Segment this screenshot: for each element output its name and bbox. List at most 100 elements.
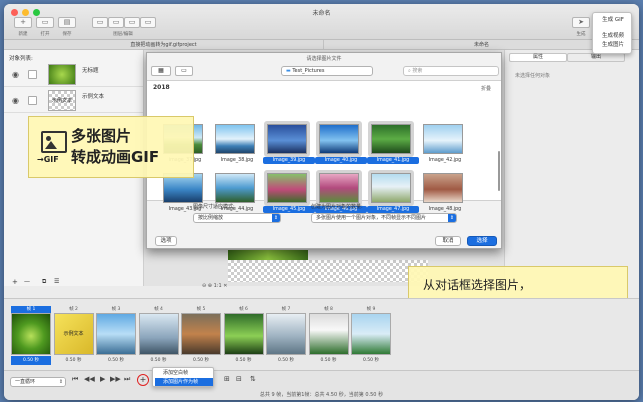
eye-icon[interactable]: ◉	[12, 96, 19, 105]
count-popup[interactable]: 多张图片使用一个图片对象，不同帧显示不同图片 ⇕	[311, 213, 457, 223]
new-button[interactable]: +	[14, 17, 32, 28]
frame-grid-icon[interactable]: ⊞	[224, 375, 230, 383]
tab-output[interactable]: 输出	[567, 53, 625, 62]
frame-thumbnail	[351, 313, 391, 355]
open-button[interactable]: ▭	[36, 17, 54, 28]
file-thumbnail[interactable]	[215, 124, 255, 154]
upload-button[interactable]: ➤	[572, 17, 590, 28]
frame-item[interactable]: 帧 3 0.50 秒	[96, 306, 136, 366]
options-button[interactable]: 选项	[155, 236, 177, 246]
file-name[interactable]: Image_41.jpg	[367, 157, 419, 164]
file-name[interactable]: Image_48.jpg	[419, 206, 471, 213]
upload-label: 生成	[576, 32, 586, 37]
cancel-button[interactable]: 取消	[435, 236, 461, 246]
next-frame-icon[interactable]: ▶▶	[110, 375, 121, 383]
frame-duration[interactable]: 0.50 秒	[11, 356, 51, 365]
eye-icon[interactable]: ◉	[12, 70, 19, 79]
frame-duration[interactable]: 0.50 秒	[351, 356, 391, 365]
frame-name: 帧 1	[11, 306, 51, 313]
zoom-ratio[interactable]: 1:1	[214, 283, 222, 289]
lock-checkbox[interactable]	[28, 96, 37, 105]
count-value: 多张图片使用一个图片对象，不同帧显示不同图片	[316, 215, 427, 221]
file-thumbnail[interactable]	[319, 173, 359, 203]
prev-frame-icon[interactable]: ◀◀	[84, 375, 95, 383]
folder-icon: ▬	[286, 68, 291, 74]
remove-object-button[interactable]: —	[24, 278, 30, 285]
sort-icon[interactable]: ⇅	[250, 375, 256, 383]
file-thumbnail[interactable]	[371, 124, 411, 154]
chevron-updown-icon: ⇕	[272, 214, 280, 222]
new-icon: +	[20, 18, 26, 26]
frame-item[interactable]: 帧 5 0.50 秒	[181, 306, 221, 366]
canvas-transparent-area	[228, 260, 428, 282]
layer-label: 示例文本	[82, 94, 105, 100]
document-tab[interactable]: 直接把动画转为gif.gifproject	[4, 40, 324, 50]
add-frame-button[interactable]: +	[137, 374, 149, 386]
save-button[interactable]: ▤	[58, 17, 76, 28]
frame-duration[interactable]: 0.50 秒	[309, 356, 349, 365]
frame-item[interactable]: 帧 1 0.50 秒	[11, 306, 51, 366]
new-folder-icon[interactable]: ▭	[175, 66, 193, 76]
lock-checkbox[interactable]	[28, 70, 37, 79]
frame-settings-icon[interactable]: ⊟	[236, 375, 242, 383]
duplicate-icon[interactable]: ⧉	[42, 278, 46, 286]
section-header: 2018	[153, 84, 170, 91]
frame-duration[interactable]: 0.50 秒	[139, 356, 179, 365]
layer-up-button[interactable]: ▭	[92, 17, 108, 28]
loop-popup[interactable]: 一直循环 ⇕	[10, 377, 66, 387]
file-thumbnail[interactable]	[423, 124, 463, 154]
file-name[interactable]: Image_38.jpg	[211, 157, 263, 164]
choose-button[interactable]: 选择	[467, 236, 497, 246]
search-field[interactable]: ⌕ 搜索	[403, 66, 499, 76]
layer-back-button[interactable]: ▭	[140, 17, 156, 28]
layer-down-button[interactable]: ▭	[108, 17, 124, 28]
frame-item[interactable]: 帧 2 示例文本 0.50 秒	[53, 306, 94, 366]
save-label: 保存	[62, 32, 72, 37]
generate-image-item[interactable]: 生成图片	[596, 41, 630, 50]
file-thumbnail[interactable]	[267, 124, 307, 154]
file-thumbnail[interactable]	[423, 173, 463, 203]
file-thumbnail[interactable]	[215, 173, 255, 203]
view-mode-icon[interactable]: ▦	[151, 66, 171, 76]
frame-duration[interactable]: 0.50 秒	[96, 356, 136, 365]
layer-row[interactable]: ◉ 无标题	[4, 62, 143, 87]
list-icon[interactable]: ☰	[54, 278, 59, 285]
size-mode-popup[interactable]: 按比例缩放 ⇕	[193, 213, 281, 223]
file-browser: 2018 折叠 image_37.jpgImage_38.jpgImage_39…	[147, 80, 501, 213]
last-frame-icon[interactable]: ⏭	[124, 375, 130, 384]
add-blank-frame-item[interactable]: 添加空白帧	[155, 369, 213, 377]
frame-thumbnail	[266, 313, 306, 355]
frame-item[interactable]: 帧 6 0.50 秒	[223, 306, 264, 366]
file-name[interactable]: Image_42.jpg	[419, 157, 471, 164]
file-thumbnail[interactable]	[371, 173, 411, 203]
fit-icon[interactable]: ✕	[223, 283, 227, 289]
add-image-frame-item[interactable]: 添加图片作为帧	[155, 378, 213, 386]
layer-front-button[interactable]: ▭	[124, 17, 140, 28]
add-object-button[interactable]: +	[12, 278, 18, 286]
first-frame-icon[interactable]: ⏮	[72, 375, 78, 384]
collapse-link[interactable]: 折叠	[481, 85, 491, 92]
folder-popup[interactable]: ▬ Test_Pictures	[281, 66, 373, 76]
frame-item[interactable]: 帧 9 0.50 秒	[351, 306, 391, 366]
file-thumbnail[interactable]	[319, 124, 359, 154]
play-icon[interactable]: ▶	[100, 375, 105, 383]
frame-duration[interactable]: 0.50 秒	[266, 356, 306, 365]
tab-properties[interactable]: 属性	[509, 53, 567, 62]
scrollbar[interactable]	[498, 151, 500, 191]
generate-video-item[interactable]: 生成视频	[596, 32, 630, 41]
frame-item[interactable]: 帧 8 0.50 秒	[308, 306, 349, 366]
frame-duration[interactable]: 0.50 秒	[181, 356, 221, 365]
file-name[interactable]: Image_40.jpg	[315, 157, 367, 164]
layer-row[interactable]: ◉ 示例文本 示例文本	[4, 88, 143, 113]
frame-duration[interactable]: 0.50 秒	[224, 356, 264, 365]
frame-duration[interactable]: 0.50 秒	[54, 356, 94, 365]
zoom-out-icon[interactable]: ⊖	[202, 283, 206, 289]
file-name[interactable]: Image_47.jpg	[367, 206, 419, 213]
frame-item[interactable]: 帧 4 0.50 秒	[138, 306, 179, 366]
zoom-in-icon[interactable]: ⊕	[208, 283, 212, 289]
generate-gif-item[interactable]: 生成 GIF	[596, 15, 630, 25]
file-thumbnail[interactable]	[267, 173, 307, 203]
file-name[interactable]: Image_45.jpg	[263, 206, 315, 213]
frame-item[interactable]: 帧 7 0.50 秒	[266, 306, 306, 366]
file-name[interactable]: Image_39.jpg	[263, 157, 315, 164]
